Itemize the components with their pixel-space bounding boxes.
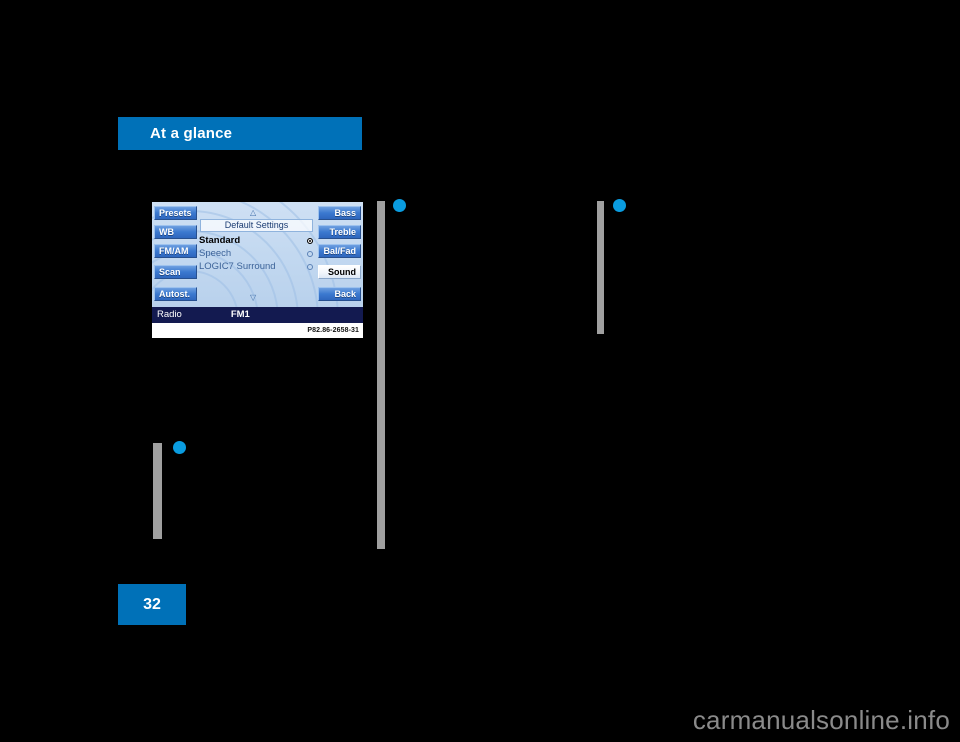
radio-display-figure: Presets WB FM/AM Scan Autost. Bass Trebl… <box>152 202 363 338</box>
bullet-marker-right <box>613 199 626 212</box>
status-band: FM1 <box>230 309 250 321</box>
softkey-wb-label: WB <box>159 226 174 237</box>
radio-button-standard-icon[interactable] <box>307 237 313 244</box>
softkey-treble[interactable]: Treble <box>318 225 361 239</box>
page-title: At a glance <box>150 125 233 142</box>
watermark: carmanualsonline.info <box>692 705 950 735</box>
scroll-up-arrow-icon[interactable]: △ <box>250 209 256 217</box>
option-logic7-surround-label: LOGIC7 Surround <box>199 260 276 272</box>
bullet-marker-left <box>173 441 186 454</box>
softkey-sound-label: Sound <box>328 266 356 277</box>
status-bar: Radio FM1 <box>152 307 363 323</box>
softkey-scan-label: Scan <box>159 266 181 277</box>
column-rule-right <box>597 201 604 334</box>
softkey-autostore[interactable]: Autost. <box>154 287 197 301</box>
option-logic7-surround[interactable]: LOGIC7 Surround <box>199 260 315 273</box>
column-rule-left <box>153 443 162 539</box>
radio-button-speech-icon[interactable] <box>307 250 313 257</box>
softkey-autostore-label: Autost. <box>159 288 190 299</box>
option-speech-label: Speech <box>199 247 232 259</box>
option-standard-label: Standard <box>199 234 241 246</box>
option-standard[interactable]: Standard <box>199 234 315 247</box>
status-source: Radio <box>157 309 182 321</box>
softkey-fm-am-label: FM/AM <box>159 245 189 256</box>
softkey-back-label: Back <box>334 288 356 299</box>
figure-caption: P82.86-2658-31 <box>152 323 363 338</box>
page-number: 32 <box>143 595 161 613</box>
scroll-down-arrow-icon[interactable]: ▽ <box>250 294 256 302</box>
menu-title: Default Settings <box>200 219 313 232</box>
softkey-wb[interactable]: WB <box>154 225 197 239</box>
radio-button-logic7-surround-icon[interactable] <box>307 263 313 270</box>
chapter-header: At a glance <box>118 117 362 150</box>
softkey-bal-fad[interactable]: Bal/Fad <box>318 244 361 258</box>
softkey-bass[interactable]: Bass <box>318 206 361 220</box>
softkey-fm-am[interactable]: FM/AM <box>154 244 197 258</box>
column-rule-middle <box>377 201 385 549</box>
softkey-sound[interactable]: Sound <box>318 265 361 279</box>
page-number-badge: 32 <box>118 584 186 625</box>
softkey-bass-label: Bass <box>334 207 356 218</box>
softkey-treble-label: Treble <box>329 226 356 237</box>
softkey-presets-label: Presets <box>159 207 192 218</box>
softkey-bal-fad-label: Bal/Fad <box>323 245 356 256</box>
softkey-scan[interactable]: Scan <box>154 265 197 279</box>
softkey-back[interactable]: Back <box>318 287 361 301</box>
softkey-presets[interactable]: Presets <box>154 206 197 220</box>
bullet-marker-middle <box>393 199 406 212</box>
option-speech[interactable]: Speech <box>199 247 315 260</box>
figure-caption-code: P82.86-2658-31 <box>307 327 359 334</box>
radio-screen: Presets WB FM/AM Scan Autost. Bass Trebl… <box>152 202 363 323</box>
